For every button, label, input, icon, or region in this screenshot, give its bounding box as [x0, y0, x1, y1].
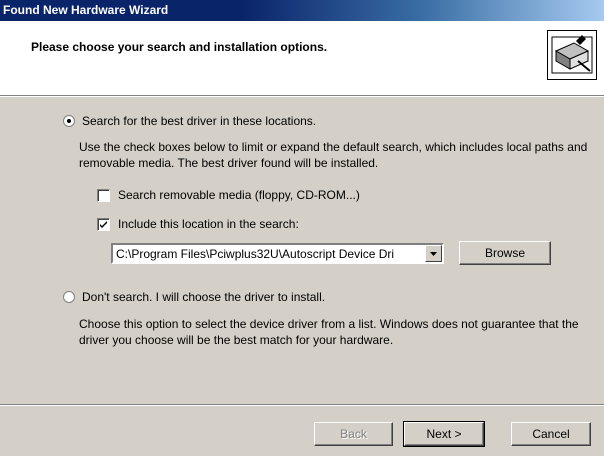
radio-selected-dot: [67, 119, 71, 123]
wizard-header: Please choose your search and installati…: [0, 21, 604, 96]
include-location-label[interactable]: Include this location in the search:: [118, 217, 299, 231]
title-bar[interactable]: Found New Hardware Wizard: [0, 0, 604, 21]
footer-divider-highlight: [0, 405, 604, 406]
next-button[interactable]: Next >: [403, 421, 485, 447]
cancel-button[interactable]: Cancel: [511, 422, 591, 446]
back-button[interactable]: Back: [314, 422, 393, 446]
removable-media-label[interactable]: Search removable media (floppy, CD-ROM..…: [118, 188, 360, 202]
dont-search-label[interactable]: Don't search. I will choose the driver t…: [82, 290, 325, 304]
window-title: Found New Hardware Wizard: [3, 3, 169, 17]
search-option-label[interactable]: Search for the best driver in these loca…: [82, 114, 316, 128]
removable-media-checkbox[interactable]: [97, 189, 110, 202]
hardware-wizard-icon: [547, 30, 597, 80]
checkmark-icon: [100, 221, 107, 228]
include-location-checkbox[interactable]: [97, 218, 110, 231]
search-option-description: Use the check boxes below to limit or ex…: [79, 140, 588, 170]
combo-dropdown-button[interactable]: [425, 245, 442, 262]
dont-search-radio[interactable]: [63, 291, 75, 303]
location-path-value[interactable]: C:\Program Files\Pciwplus32U\Autoscript …: [116, 247, 424, 261]
chevron-down-icon: [430, 252, 437, 256]
dont-search-description: Choose this option to select the device …: [79, 317, 579, 347]
header-divider: [0, 96, 604, 97]
location-path-combo[interactable]: C:\Program Files\Pciwplus32U\Autoscript …: [111, 243, 444, 264]
page-heading: Please choose your search and installati…: [31, 40, 328, 54]
browse-button[interactable]: Browse: [459, 241, 551, 265]
search-radio[interactable]: [63, 115, 75, 127]
